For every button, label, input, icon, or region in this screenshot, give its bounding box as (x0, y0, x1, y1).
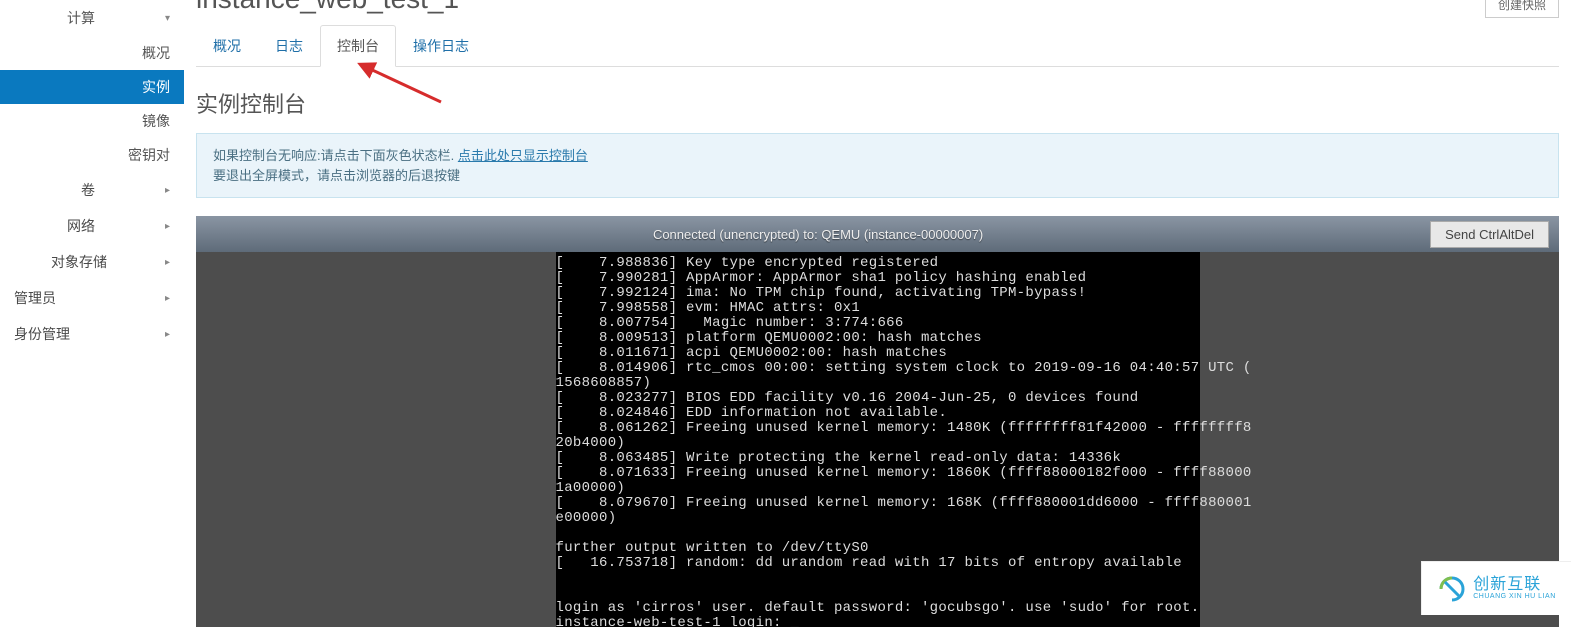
watermark-logo-icon (1437, 574, 1467, 604)
console-status-bar[interactable]: Connected (unencrypted) to: QEMU (instan… (196, 216, 1559, 252)
sidebar-group-compute[interactable]: 计算 ▾ (0, 0, 184, 36)
info-line1-text: 如果控制台无响应:请点击下面灰色状态栏. (213, 148, 458, 163)
sidebar-item-instances[interactable]: 实例 (0, 70, 184, 104)
main-content: instance_web_test_1 创建快照 概况 日志 控制台 操作日志 … (184, 0, 1571, 615)
console-status-text: Connected (unencrypted) to: QEMU (instan… (206, 227, 1430, 242)
sidebar-label-compute: 计算 (14, 8, 165, 28)
chevron-right-icon: ▸ (165, 185, 170, 196)
tab-action-log[interactable]: 操作日志 (396, 25, 486, 67)
terminal-output[interactable]: [ 7.988836] Key type encrypted registere… (556, 252, 1200, 627)
sidebar-item-object-storage[interactable]: 对象存储 ▸ (0, 244, 184, 280)
watermark-brand: 创新互联 (1473, 577, 1556, 593)
sidebar-item-volumes[interactable]: 卷 ▸ (0, 172, 184, 208)
show-console-only-link[interactable]: 点击此处只显示控制台 (458, 148, 588, 163)
create-snapshot-button[interactable]: 创建快照 (1485, 0, 1559, 18)
sidebar-item-overview[interactable]: 概况 (0, 36, 184, 70)
tab-console[interactable]: 控制台 (320, 25, 396, 67)
chevron-right-icon: ▸ (165, 221, 170, 232)
page-title: instance_web_test_1 (196, 0, 459, 15)
section-title: 实例控制台 (196, 87, 1559, 119)
chevron-down-icon: ▾ (165, 13, 170, 24)
sidebar-item-admin[interactable]: 管理员 ▸ (0, 280, 184, 316)
sidebar-item-identity[interactable]: 身份管理 ▸ (0, 316, 184, 352)
watermark-sub: CHUANG XIN HU LIAN (1473, 593, 1556, 600)
tab-log[interactable]: 日志 (258, 25, 320, 67)
sidebar-item-keypairs[interactable]: 密钥对 (0, 138, 184, 172)
chevron-right-icon: ▸ (165, 257, 170, 268)
info-box: 如果控制台无响应:请点击下面灰色状态栏. 点击此处只显示控制台 要退出全屏模式，… (196, 133, 1559, 198)
tabs: 概况 日志 控制台 操作日志 (196, 25, 1559, 67)
sidebar-item-images[interactable]: 镜像 (0, 104, 184, 138)
chevron-right-icon: ▸ (165, 293, 170, 304)
send-ctrlaltdel-button[interactable]: Send CtrlAltDel (1430, 221, 1549, 248)
tab-overview[interactable]: 概况 (196, 25, 258, 67)
watermark: 创新互联 CHUANG XIN HU LIAN (1421, 561, 1571, 615)
console: Connected (unencrypted) to: QEMU (instan… (196, 216, 1559, 627)
chevron-right-icon: ▸ (165, 329, 170, 340)
sidebar: 计算 ▾ 概况 实例 镜像 密钥对 卷 ▸ 网络 ▸ 对象存储 ▸ 管理员 ▸ (0, 0, 184, 615)
info-line2: 要退出全屏模式，请点击浏览器的后退按键 (213, 166, 1542, 186)
sidebar-item-network[interactable]: 网络 ▸ (0, 208, 184, 244)
console-body: [ 7.988836] Key type encrypted registere… (196, 252, 1559, 627)
